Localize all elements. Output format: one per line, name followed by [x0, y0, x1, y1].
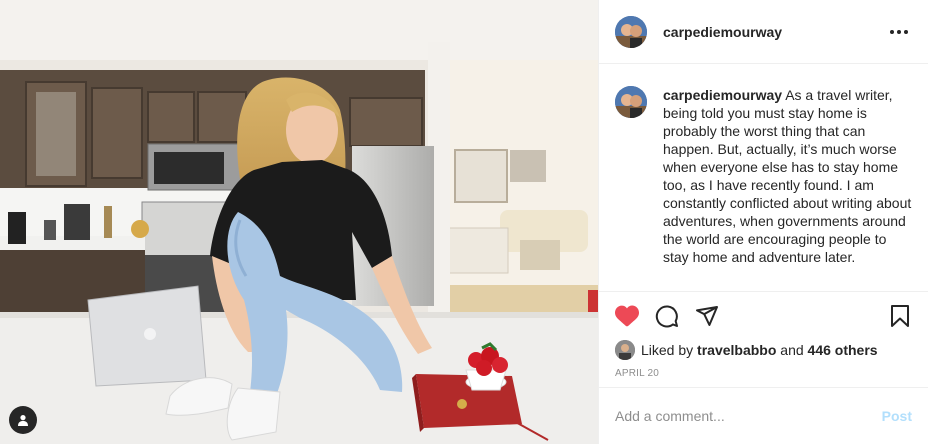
- post-header: carpediemourway: [599, 0, 928, 64]
- caption-avatar-image: [615, 86, 647, 118]
- likes-summary: Liked by travelbabbo and 446 others: [615, 340, 912, 360]
- heart-icon: [615, 305, 639, 327]
- user-tag-icon: [18, 415, 28, 426]
- likes-avatar[interactable]: [615, 340, 635, 360]
- comment-icon: [655, 305, 678, 328]
- caption-text: carpediemourway As a travel writer, bein…: [663, 86, 912, 266]
- more-icon: [890, 29, 894, 34]
- comment-button[interactable]: [655, 304, 679, 328]
- post-actions: Liked by travelbabbo and 446 others Apri…: [599, 291, 928, 379]
- comment-box: Post: [599, 387, 928, 444]
- more-icon-dot: [897, 29, 901, 34]
- header-username[interactable]: carpediemourway: [663, 24, 782, 40]
- like-button[interactable]: [615, 304, 639, 328]
- likes-and: and: [780, 342, 804, 358]
- caption-avatar[interactable]: [615, 86, 647, 118]
- comments-section[interactable]: carpediemourway As a travel writer, bein…: [599, 64, 928, 291]
- post-comment-button[interactable]: Post: [882, 408, 912, 424]
- more-options-button[interactable]: [886, 26, 912, 38]
- share-button[interactable]: [695, 304, 719, 328]
- post-date[interactable]: April 20: [615, 368, 912, 379]
- more-icon-dot: [904, 29, 908, 34]
- likes-prefix: Liked by: [641, 342, 694, 358]
- share-icon: [696, 306, 718, 326]
- avatar[interactable]: [615, 15, 647, 48]
- caption-body: As a travel writer, being told you must …: [663, 87, 912, 265]
- likes-avatar-image: [615, 340, 635, 360]
- likes-others-link[interactable]: 446 others: [808, 342, 878, 358]
- user-tag-button[interactable]: [9, 406, 37, 434]
- likes-user-link[interactable]: travelbabbo: [697, 342, 776, 358]
- photo-scene: [0, 0, 598, 444]
- post-photo[interactable]: [0, 0, 598, 444]
- caption-username[interactable]: carpediemourway: [663, 87, 782, 103]
- post-side-panel: carpediemourway carpediemourway As a tra…: [598, 0, 928, 444]
- avatar-image: [615, 15, 647, 48]
- save-button[interactable]: [888, 304, 912, 328]
- action-row: [615, 292, 912, 340]
- caption: carpediemourway As a travel writer, bein…: [615, 86, 912, 266]
- bookmark-icon: [891, 305, 909, 327]
- comment-input[interactable]: [615, 408, 882, 424]
